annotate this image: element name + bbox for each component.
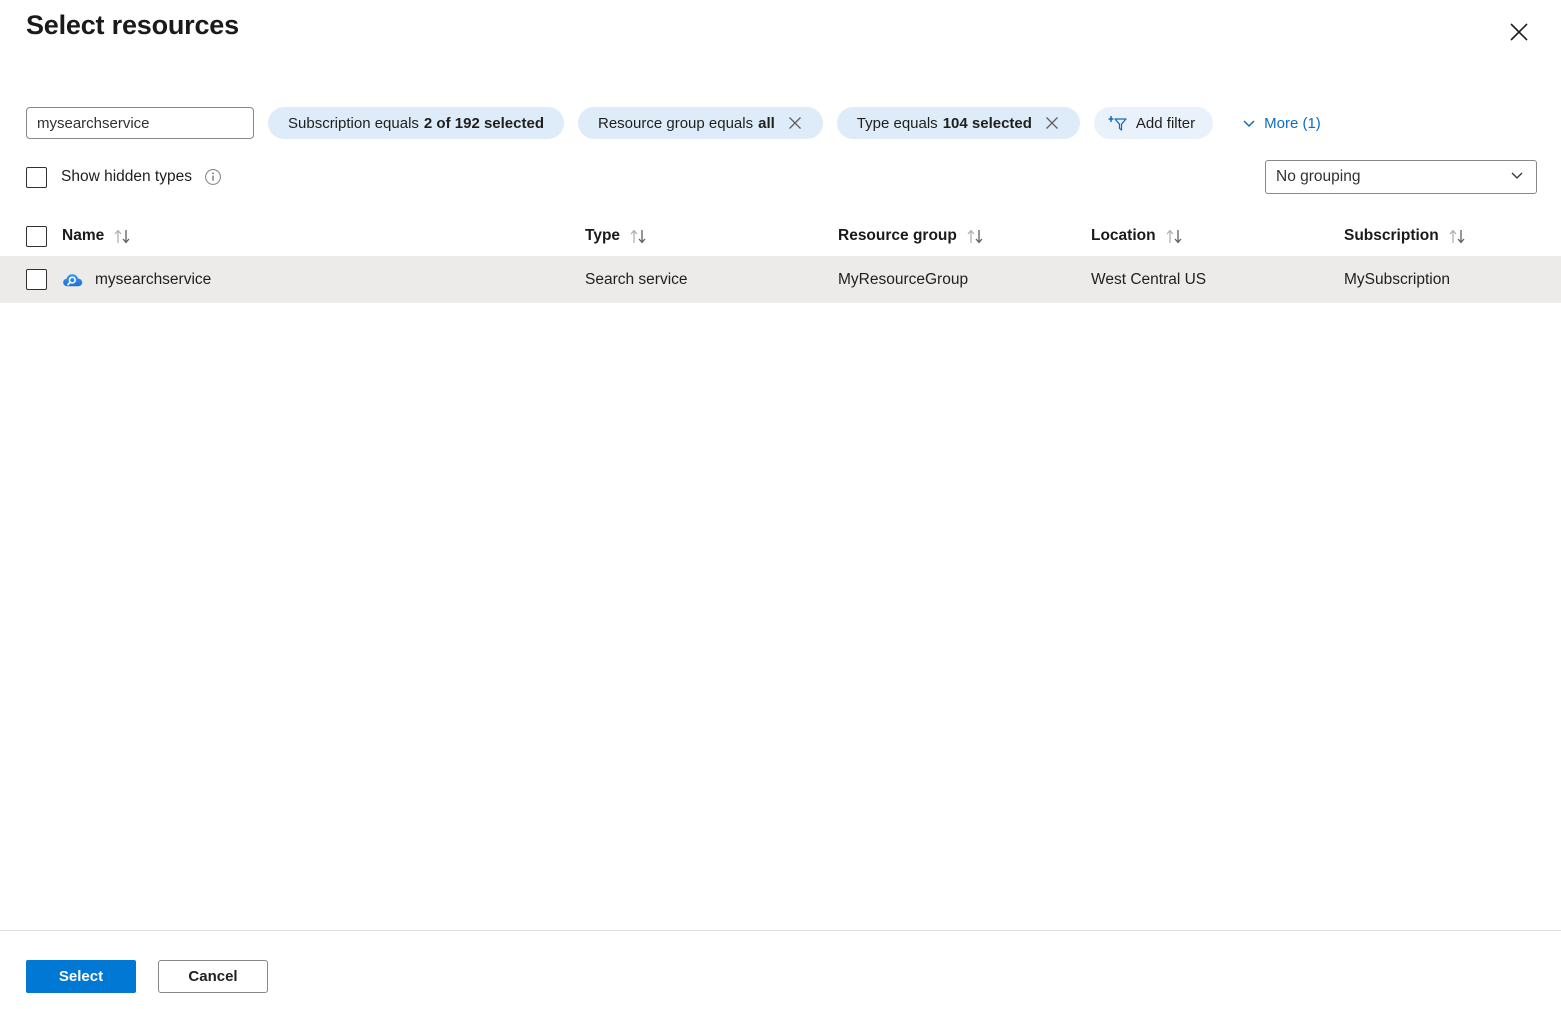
column-header-name[interactable]: Name [62, 227, 585, 245]
column-header-location[interactable]: Location [1091, 227, 1344, 245]
show-hidden-types-label: Show hidden types [61, 168, 192, 186]
cell-type: Search service [585, 271, 838, 289]
filter-pill-type[interactable]: Type equals 104 selected [837, 107, 1080, 139]
table-row[interactable]: mysearchservice Search service MyResourc… [0, 256, 1561, 303]
sort-icon-type[interactable] [629, 228, 649, 245]
grouping-dropdown-value: No grouping [1276, 168, 1508, 186]
page-title: Select resources [26, 10, 239, 41]
cell-subscription: MySubscription [1344, 271, 1561, 289]
sort-icon-subscription[interactable] [1448, 228, 1468, 245]
select-button[interactable]: Select [26, 960, 136, 993]
filter-bar: Subscription equals 2 of 192 selected Re… [26, 106, 1321, 140]
column-header-resource-group[interactable]: Resource group [838, 227, 1091, 245]
clear-filter-type-icon[interactable] [1044, 115, 1060, 131]
search-service-icon [62, 269, 84, 291]
filter-pill-type-prefix: Type equals [857, 115, 938, 132]
filter-pill-resource-group[interactable]: Resource group equals all [578, 107, 823, 139]
filter-pill-resource-group-prefix: Resource group equals [598, 115, 753, 132]
add-filter-icon [1108, 113, 1128, 133]
filter-pill-type-value: 104 selected [943, 115, 1032, 132]
show-hidden-types-row: Show hidden types [26, 162, 222, 192]
close-button[interactable] [1499, 12, 1539, 52]
more-filters-label: More (1) [1264, 115, 1321, 132]
cell-resource-group: MyResourceGroup [838, 271, 1091, 289]
row-select-cell [26, 269, 62, 290]
footer-divider [0, 930, 1561, 931]
cell-name-text: mysearchservice [95, 271, 211, 289]
footer-actions: Select Cancel [26, 960, 268, 993]
table-header-row: Name Type Resource group [0, 216, 1561, 256]
cancel-button[interactable]: Cancel [158, 960, 268, 993]
chevron-down-icon [1508, 166, 1526, 189]
more-filters-link[interactable]: More (1) [1241, 115, 1321, 132]
filter-pill-subscription[interactable]: Subscription equals 2 of 192 selected [268, 107, 564, 139]
search-input[interactable] [26, 107, 254, 139]
filter-pill-subscription-prefix: Subscription equals [288, 115, 419, 132]
column-header-type[interactable]: Type [585, 227, 838, 245]
chevron-down-icon [1241, 115, 1257, 131]
cell-name: mysearchservice [62, 269, 585, 291]
select-all-checkbox[interactable] [26, 226, 47, 247]
select-all-cell [26, 226, 62, 247]
add-filter-button[interactable]: Add filter [1094, 107, 1213, 139]
filter-pill-resource-group-value: all [758, 115, 775, 132]
sort-icon-location[interactable] [1165, 228, 1185, 245]
filter-pill-subscription-value: 2 of 192 selected [424, 115, 544, 132]
clear-filter-resource-group-icon[interactable] [787, 115, 803, 131]
grouping-dropdown[interactable]: No grouping [1265, 160, 1537, 194]
show-hidden-types-checkbox[interactable] [26, 167, 47, 188]
close-icon [1508, 21, 1530, 43]
cell-location: West Central US [1091, 271, 1344, 289]
sort-icon-name[interactable] [113, 228, 133, 245]
info-icon[interactable] [204, 168, 222, 186]
sort-icon-resource-group[interactable] [966, 228, 986, 245]
add-filter-label: Add filter [1136, 115, 1195, 132]
row-checkbox[interactable] [26, 269, 47, 290]
column-header-subscription[interactable]: Subscription [1344, 227, 1561, 245]
resources-table: Name Type Resource group [0, 216, 1561, 303]
